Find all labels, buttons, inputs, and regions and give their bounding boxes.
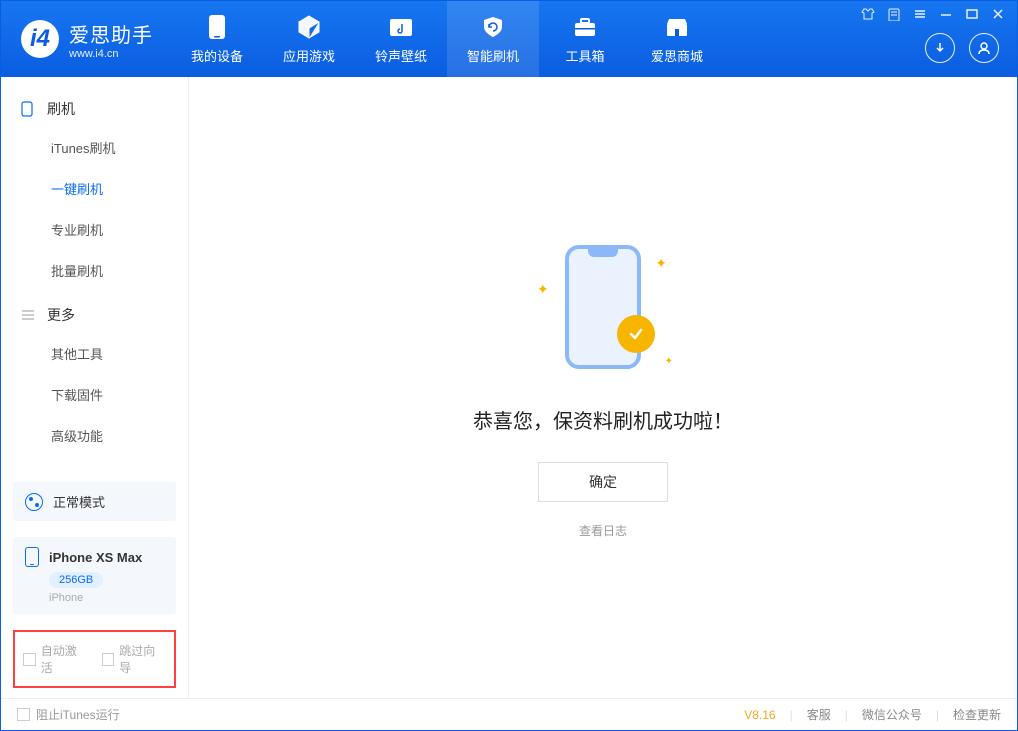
header: i4 爱思助手 www.i4.cn 我的设备 应用游戏 铃声壁纸 智能刷机 (1, 1, 1017, 77)
ok-button[interactable]: 确定 (538, 462, 668, 502)
tab-my-device[interactable]: 我的设备 (171, 1, 263, 77)
option-skip-guide[interactable]: 跳过向导 (102, 642, 167, 676)
cube-icon (296, 14, 322, 40)
footer-right: V8.16 | 客服 | 微信公众号 | 检查更新 (744, 706, 1001, 723)
maximize-icon[interactable] (965, 7, 979, 21)
app-window: i4 爱思助手 www.i4.cn 我的设备 应用游戏 铃声壁纸 智能刷机 (0, 0, 1018, 731)
support-link[interactable]: 客服 (807, 706, 831, 723)
sidebar-header-more: 更多 (1, 297, 188, 333)
option-label: 自动激活 (41, 642, 88, 676)
logo-icon: i4 (21, 20, 59, 58)
checkbox-icon[interactable] (23, 653, 36, 666)
app-name: 爱思助手 (69, 19, 153, 48)
header-right-buttons (925, 33, 999, 63)
minimize-icon[interactable] (939, 7, 953, 21)
main-tabs: 我的设备 应用游戏 铃声壁纸 智能刷机 工具箱 爱思商城 (171, 1, 723, 77)
tab-label: 智能刷机 (467, 46, 519, 65)
main-content: ✦ ✦ ✦ 恭喜您，保资料刷机成功啦！ 确定 查看日志 (189, 77, 1017, 698)
success-title: 恭喜您，保资料刷机成功啦！ (473, 405, 733, 434)
tab-label: 工具箱 (565, 46, 604, 65)
tab-label: 我的设备 (191, 46, 243, 65)
footer: 阻止iTunes运行 V8.16 | 客服 | 微信公众号 | 检查更新 (1, 698, 1017, 730)
footer-left: 阻止iTunes运行 (17, 706, 120, 723)
logo: i4 爱思助手 www.i4.cn (1, 19, 171, 60)
phone-outline-icon (21, 101, 37, 117)
skin-icon[interactable] (861, 7, 875, 21)
options-highlight: 自动激活 跳过向导 (13, 630, 176, 688)
app-url: www.i4.cn (69, 48, 153, 60)
phone-icon (204, 14, 230, 40)
checkbox-icon[interactable] (102, 653, 115, 666)
sparkle-icon: ✦ (665, 356, 673, 367)
tab-apps[interactable]: 应用游戏 (263, 1, 355, 77)
wechat-link[interactable]: 微信公众号 (862, 706, 922, 723)
view-log-link[interactable]: 查看日志 (579, 522, 627, 539)
sidebar-header-label: 刷机 (47, 99, 75, 119)
sidebar-item-itunes-flash[interactable]: iTunes刷机 (1, 127, 188, 168)
tab-label: 应用游戏 (283, 46, 335, 65)
normal-mode-icon (25, 493, 43, 511)
feedback-icon[interactable] (887, 7, 901, 21)
close-icon[interactable] (991, 7, 1005, 21)
check-update-link[interactable]: 检查更新 (953, 706, 1001, 723)
window-controls (861, 7, 1005, 21)
mode-label: 正常模式 (53, 492, 105, 511)
tab-label: 爱思商城 (651, 46, 703, 65)
device-name: iPhone XS Max (49, 550, 142, 565)
sidebar-header-flash: 刷机 (1, 91, 188, 127)
version-label: V8.16 (744, 708, 775, 722)
sidebar-item-download-firmware[interactable]: 下载固件 (1, 374, 188, 415)
sidebar-item-other-tools[interactable]: 其他工具 (1, 333, 188, 374)
tab-flash[interactable]: 智能刷机 (447, 1, 539, 77)
device-type: iPhone (49, 592, 164, 604)
sidebar-item-one-click-flash[interactable]: 一键刷机 (1, 168, 188, 209)
list-icon (21, 309, 37, 321)
menu-icon[interactable] (913, 7, 927, 21)
store-icon (664, 14, 690, 40)
sidebar-group-more: 更多 其他工具 下载固件 高级功能 (1, 297, 188, 462)
tab-ringtone[interactable]: 铃声壁纸 (355, 1, 447, 77)
option-label: 跳过向导 (119, 642, 166, 676)
device-capacity-badge: 256GB (49, 572, 103, 588)
tab-toolbox[interactable]: 工具箱 (539, 1, 631, 77)
user-button[interactable] (969, 33, 999, 63)
sidebar: 刷机 iTunes刷机 一键刷机 专业刷机 批量刷机 更多 其他工具 下载固件 … (1, 77, 189, 698)
sidebar-header-label: 更多 (47, 305, 75, 325)
block-itunes-label[interactable]: 阻止iTunes运行 (36, 706, 120, 723)
mode-box[interactable]: 正常模式 (13, 482, 176, 521)
tab-store[interactable]: 爱思商城 (631, 1, 723, 77)
tab-label: 铃声壁纸 (375, 46, 427, 65)
success-illustration: ✦ ✦ ✦ (533, 237, 673, 377)
sidebar-item-batch-flash[interactable]: 批量刷机 (1, 250, 188, 291)
device-box[interactable]: iPhone XS Max 256GB iPhone (13, 537, 176, 614)
logo-text: 爱思助手 www.i4.cn (69, 19, 153, 60)
toolbox-icon (572, 14, 598, 40)
sparkle-icon: ✦ (655, 255, 667, 272)
sidebar-item-pro-flash[interactable]: 专业刷机 (1, 209, 188, 250)
check-badge-icon (617, 315, 655, 353)
option-auto-activate[interactable]: 自动激活 (23, 642, 88, 676)
music-folder-icon (388, 14, 414, 40)
device-phone-icon (25, 547, 39, 567)
body: 刷机 iTunes刷机 一键刷机 专业刷机 批量刷机 更多 其他工具 下载固件 … (1, 77, 1017, 698)
sidebar-group-flash: 刷机 iTunes刷机 一键刷机 专业刷机 批量刷机 (1, 91, 188, 297)
refresh-shield-icon (480, 14, 506, 40)
download-button[interactable] (925, 33, 955, 63)
checkbox-icon[interactable] (17, 708, 30, 721)
sparkle-icon: ✦ (537, 281, 549, 298)
sidebar-item-advanced[interactable]: 高级功能 (1, 415, 188, 456)
